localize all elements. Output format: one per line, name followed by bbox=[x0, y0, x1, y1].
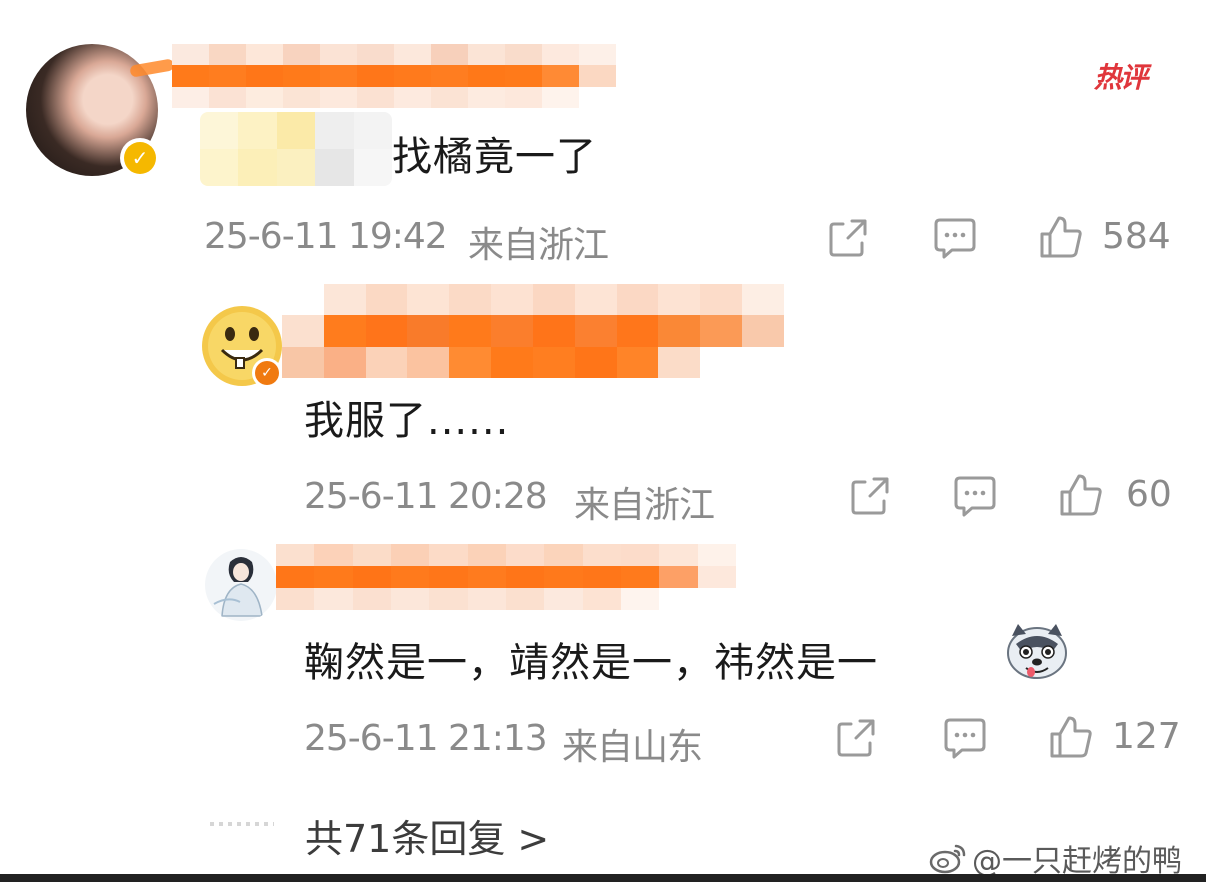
thumbs-up-icon[interactable] bbox=[1038, 214, 1084, 260]
thumbs-up-icon[interactable] bbox=[1048, 714, 1094, 760]
husky-emoji-icon bbox=[1007, 624, 1067, 679]
share-icon[interactable] bbox=[848, 474, 892, 518]
comment-content: 我服了...... bbox=[304, 398, 510, 444]
comment-time: 25-6-11 21:13 bbox=[304, 718, 548, 759]
content-blurred bbox=[200, 112, 392, 186]
username-blurred bbox=[282, 284, 784, 378]
weibo-logo-icon bbox=[929, 844, 966, 874]
share-icon[interactable] bbox=[834, 716, 878, 760]
comment-content: 鞠然是一，靖然是一，祎然是一 bbox=[304, 640, 878, 686]
like-count: 584 bbox=[1102, 216, 1171, 257]
comment-icon[interactable] bbox=[952, 474, 998, 518]
hot-badge: 热评 bbox=[1094, 61, 1148, 94]
like-count: 60 bbox=[1126, 474, 1172, 515]
comment-location: 来自浙江 bbox=[574, 485, 715, 526]
share-icon[interactable] bbox=[826, 216, 870, 260]
comment-time: 25-6-11 19:42 bbox=[204, 216, 448, 257]
comment-icon[interactable] bbox=[942, 716, 988, 760]
comment-location: 来自山东 bbox=[562, 727, 703, 768]
view-replies-link[interactable]: 共71条回复 > bbox=[305, 808, 549, 863]
comment-location: 来自浙江 bbox=[468, 225, 609, 266]
comment-icon[interactable] bbox=[932, 216, 978, 260]
verified-badge-icon: ✓ bbox=[120, 138, 160, 178]
avatar[interactable] bbox=[204, 548, 278, 622]
username-blurred bbox=[172, 44, 616, 108]
like-count: 127 bbox=[1112, 716, 1181, 757]
thumbs-up-icon[interactable] bbox=[1058, 472, 1104, 518]
comment-time: 25-6-11 20:28 bbox=[304, 476, 548, 517]
divider-dots bbox=[210, 822, 274, 826]
verified-badge-icon: ✓ bbox=[252, 358, 282, 388]
username-blurred bbox=[276, 544, 736, 610]
comment-content: 找橘竟一了 bbox=[392, 134, 597, 180]
bottom-edge bbox=[0, 874, 1206, 882]
